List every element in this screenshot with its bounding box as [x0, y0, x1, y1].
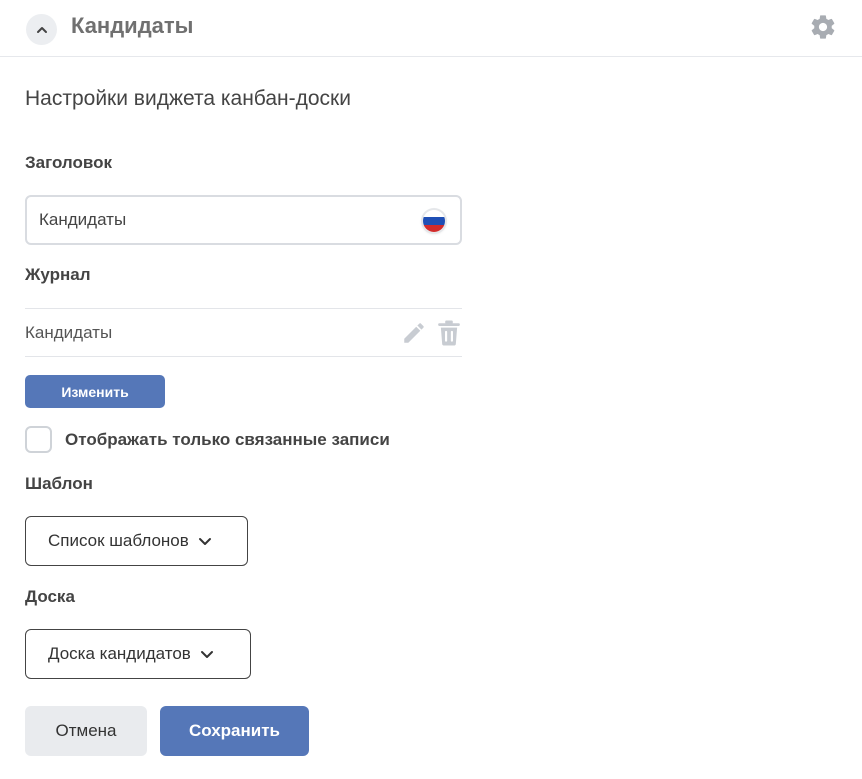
board-select[interactable]: Доска кандидатов — [25, 629, 251, 679]
cancel-button[interactable]: Отмена — [25, 706, 147, 756]
collapse-button[interactable] — [26, 14, 57, 45]
linked-only-label[interactable]: Отображать только связанные записи — [65, 429, 390, 451]
title-input[interactable] — [39, 197, 409, 243]
chevron-up-icon — [36, 26, 47, 33]
board-label: Доска — [25, 587, 75, 606]
template-select[interactable]: Список шаблонов — [25, 516, 248, 566]
journal-row: Кандидаты — [25, 308, 462, 357]
gear-icon[interactable] — [809, 13, 837, 41]
title-field[interactable] — [25, 195, 462, 245]
widget-title: Кандидаты — [71, 13, 194, 38]
chevron-down-icon — [200, 651, 213, 658]
trash-icon[interactable] — [437, 320, 461, 346]
linked-only-checkbox[interactable] — [25, 426, 52, 453]
pencil-icon[interactable] — [401, 320, 427, 346]
widget-header: Кандидаты — [0, 0, 862, 57]
settings-title: Настройки виджета канбан-доски — [25, 87, 351, 110]
journal-name: Кандидаты — [25, 323, 113, 342]
journal-label: Журнал — [25, 265, 91, 284]
chevron-down-icon — [198, 538, 211, 545]
kanban-widget-settings: Кандидаты Настройки виджета канбан-доски… — [0, 0, 862, 779]
template-select-value: Список шаблонов — [48, 531, 189, 550]
board-select-value: Доска кандидатов — [48, 644, 191, 663]
title-label: Заголовок — [25, 153, 113, 172]
save-button[interactable]: Сохранить — [160, 706, 309, 756]
change-journal-button[interactable]: Изменить — [25, 375, 165, 408]
template-label: Шаблон — [25, 474, 93, 493]
russian-flag-icon[interactable] — [423, 210, 445, 232]
